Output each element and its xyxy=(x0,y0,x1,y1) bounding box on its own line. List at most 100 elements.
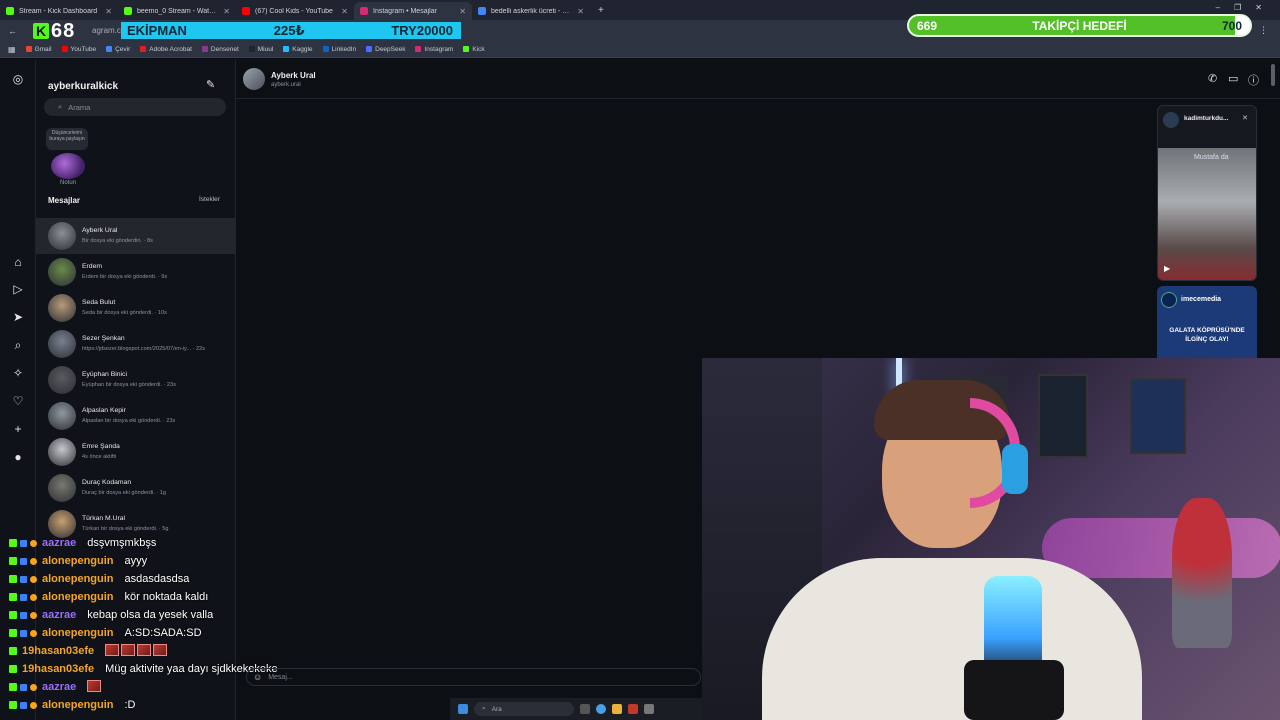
message-input[interactable]: ☺ Mesaj... xyxy=(246,668,701,686)
kick-badge-icon xyxy=(9,665,17,673)
bookmark-item[interactable]: Çevir xyxy=(106,46,130,53)
bookmark-item[interactable]: YouTube xyxy=(61,46,96,53)
browser-tab[interactable]: Stream - Kick Dashboard ✕ xyxy=(0,2,118,20)
chat-username[interactable]: aazrae xyxy=(42,609,76,621)
send-icon[interactable]: ➤ xyxy=(11,310,25,324)
chat-avatar[interactable] xyxy=(243,68,265,90)
emoji-icon[interactable]: ☺ xyxy=(253,672,262,682)
minimize-button[interactable]: – xyxy=(1216,3,1220,12)
conversation-avatar xyxy=(48,474,76,502)
reels-icon[interactable]: ▷ xyxy=(11,282,25,296)
bookmark-item[interactable]: Miuul xyxy=(248,46,273,53)
store-icon[interactable] xyxy=(644,704,654,714)
note-avatar[interactable] xyxy=(51,153,85,179)
stream-chat-message: alonepenguin A:SD:SADA:SD xyxy=(9,624,202,642)
account-username[interactable]: ayberkuralkick xyxy=(48,81,118,92)
reel-account-avatar xyxy=(1163,112,1179,128)
search-icon[interactable]: ⌕ xyxy=(11,338,25,352)
instagram-logo-icon[interactable]: ◎ xyxy=(11,72,25,86)
bookmark-item[interactable]: DeepSeek xyxy=(366,46,405,53)
chat-username[interactable]: 19hasan03efe xyxy=(22,663,94,675)
bookmark-item[interactable]: Instagram xyxy=(415,46,453,53)
apps-icon[interactable]: ▦ xyxy=(8,45,16,54)
conversation-avatar xyxy=(48,402,76,430)
close-icon[interactable]: ✕ xyxy=(1242,114,1248,122)
scrollbar[interactable] xyxy=(1271,64,1275,86)
conversation-item[interactable]: Alpaslan Kepir Alpaslan bir dosya eki gön… xyxy=(36,398,235,434)
conversation-item[interactable]: Seda Bulut Seda bir dosya eki gönderdi. ·… xyxy=(36,290,235,326)
chrome-icon[interactable] xyxy=(596,704,606,714)
explore-icon[interactable]: ✧ xyxy=(11,366,25,380)
compose-icon[interactable]: ✎ xyxy=(206,78,215,91)
note-bubble[interactable]: Düşüncelerini buraya paylaşın xyxy=(46,128,88,150)
bookmark-label: Instagram xyxy=(424,45,454,53)
conversation-item[interactable]: Duraç Kodaman Duraç bir dosya eki gönderd… xyxy=(36,470,235,506)
bookmark-favicon-icon xyxy=(106,46,113,52)
conversation-item[interactable]: Erdem Erdem bir dosya eki gönderdi. · 9s xyxy=(36,254,235,290)
bookmark-item[interactable]: Kick xyxy=(463,46,485,53)
reel-caption: Mustafa da xyxy=(1194,154,1229,161)
tab-title: Stream - Kick Dashboard xyxy=(19,7,98,15)
browser-tab[interactable]: beemo_0 Stream - Watch Live o ✕ xyxy=(118,2,236,20)
chat-name[interactable]: Ayberk Ural xyxy=(271,71,316,80)
menu-icon[interactable]: ⋮ xyxy=(1259,25,1268,36)
heart-icon[interactable]: ♡ xyxy=(11,394,25,408)
bookmark-item[interactable]: Densenet xyxy=(201,46,239,53)
bookmark-label: DeepSeek xyxy=(375,45,406,53)
chat-username[interactable]: aazrae xyxy=(42,537,76,549)
reel-card-1[interactable]: kadimturkdu... ✕ Mustafa da ▶ xyxy=(1157,105,1257,281)
home-icon[interactable]: ⌂ xyxy=(11,255,25,269)
bookmark-item[interactable]: Gmail xyxy=(25,46,52,53)
tab-close-icon[interactable]: ✕ xyxy=(105,7,112,16)
phone-icon[interactable]: ✆ xyxy=(1208,72,1217,85)
chat-username[interactable]: alonepenguin xyxy=(42,573,114,585)
kick-viewer-badge: K 68 xyxy=(33,20,75,42)
kick-badge-icon xyxy=(9,557,17,565)
browser-tab[interactable]: Instagram • Mesajlar ✕ xyxy=(354,2,472,20)
reel-play-icon[interactable]: ▶ xyxy=(1164,264,1170,273)
chat-username[interactable]: alonepenguin xyxy=(42,555,114,567)
bookmark-item[interactable]: Kaggle xyxy=(283,46,313,53)
new-tab-button[interactable]: + xyxy=(598,5,604,16)
tab-close-icon[interactable]: ✕ xyxy=(223,7,230,16)
conversation-item[interactable]: Emre Şanda 4s önce aktifti xyxy=(36,434,235,470)
task-view-icon[interactable] xyxy=(580,704,590,714)
reel-card-2[interactable]: imecemedia GALATA KÖPRÜSÜ'NDE İLGİNÇ OLA… xyxy=(1157,286,1257,358)
chat-text: asdasdasdsa xyxy=(124,573,190,585)
requests-link[interactable]: İstekler xyxy=(199,196,220,203)
restore-button[interactable]: ❐ xyxy=(1234,3,1241,12)
conversation-item[interactable]: Sezer Şenkan https://jdsezer.blogspot.com… xyxy=(36,326,235,362)
ekipman-target: TRY20000 xyxy=(391,23,453,38)
search-box[interactable]: ⌕ Arama xyxy=(44,98,226,116)
profile-icon[interactable]: ● xyxy=(11,450,25,464)
chat-username[interactable]: alonepenguin xyxy=(42,591,114,603)
browser-tab[interactable]: bedelli askerlik ücreti - Google ✕ xyxy=(472,2,590,20)
app-icon[interactable] xyxy=(628,704,638,714)
kick-badge-icon xyxy=(9,701,17,709)
bookmark-item[interactable]: Adobe Acrobat xyxy=(140,46,192,53)
follower-goal-bar: 669 TAKİPÇİ HEDEFİ 700 xyxy=(907,14,1252,37)
close-window-button[interactable]: ✕ xyxy=(1255,3,1262,12)
create-icon[interactable]: + xyxy=(11,422,25,436)
back-icon[interactable]: ← xyxy=(8,26,17,36)
taskbar-search[interactable]: ⌕ Ara xyxy=(474,702,574,716)
file-explorer-icon[interactable] xyxy=(612,704,622,714)
chat-username[interactable]: alonepenguin xyxy=(42,627,114,639)
info-icon[interactable]: ⓘ xyxy=(1248,72,1259,88)
video-icon[interactable]: ▭ xyxy=(1228,72,1238,85)
tab-close-icon[interactable]: ✕ xyxy=(459,7,466,16)
conversation-item[interactable]: Eyüphan Binici Eyüphan bir dosya eki gönd… xyxy=(36,362,235,398)
tab-favicon-icon xyxy=(478,7,486,15)
orange-badge-icon xyxy=(30,575,37,583)
messages-header: Mesajlar xyxy=(48,196,81,205)
chat-username[interactable]: alonepenguin xyxy=(42,699,114,711)
chat-username[interactable]: aazrae xyxy=(42,681,76,693)
windows-start-icon[interactable] xyxy=(458,704,468,714)
tab-close-icon[interactable]: ✕ xyxy=(341,7,348,16)
chat-username[interactable]: 19hasan03efe xyxy=(22,645,94,657)
bookmark-item[interactable]: LinkedIn xyxy=(322,46,356,53)
stream-chat-message: alonepenguin:D xyxy=(9,696,136,714)
tab-close-icon[interactable]: ✕ xyxy=(577,7,584,16)
conversation-item[interactable]: Ayberk Ural Bir dosya eki gönderdin. · 8s xyxy=(36,218,235,254)
browser-tab[interactable]: (67) Cool Kids - YouTube ✕ xyxy=(236,2,354,20)
